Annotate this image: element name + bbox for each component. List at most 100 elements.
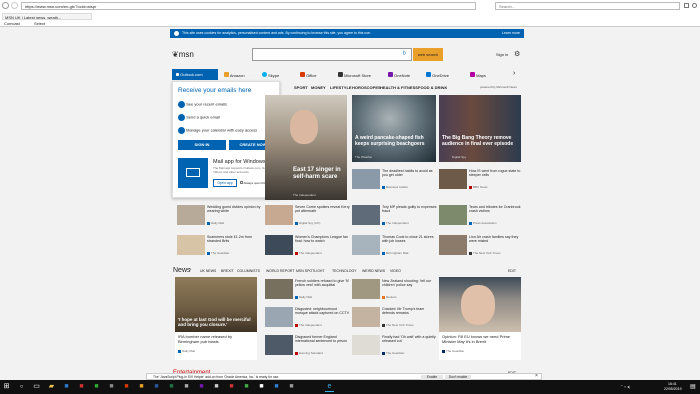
app-label: Amazon (229, 73, 245, 78)
news-item[interactable]: Seven Corrie spoilers reveal Kerry pet a… (265, 204, 350, 228)
news-feature-tile[interactable]: Opinion: Fill EU knows we need Prime Min… (439, 277, 521, 360)
action-center-icon[interactable]: ▤ (690, 383, 696, 390)
app-store[interactable]: Microsoft Store (338, 72, 371, 78)
taskbar-app-icon[interactable]: ■ (197, 382, 206, 392)
news-item[interactable]: Finally bad 'Oh wait' with a quietly rel… (352, 334, 437, 358)
msn-logo[interactable]: ❦msn (172, 50, 194, 59)
taskbar-app-icon[interactable]: ■ (92, 382, 101, 392)
news-item[interactable]: Scammers stole £1.2m from stranded Brits… (177, 234, 262, 258)
forward-button[interactable] (11, 2, 18, 9)
news-item[interactable]: Thomas Cook to close 21 stores with job … (352, 234, 437, 258)
dont-enable-button[interactable]: Don't enable (445, 374, 471, 380)
apps-next-arrow[interactable]: › (513, 70, 515, 77)
favorite-link[interactable]: Comcast (4, 21, 20, 26)
taskbar-app-icon[interactable]: ■ (287, 382, 296, 392)
news-tab[interactable]: MSN SPOTLIGHT (296, 269, 325, 274)
news-item[interactable]: Tears and tributes for Cranbrook crash v… (439, 204, 524, 228)
news-item[interactable]: New Zealand shooting: 'tell our children… (352, 278, 437, 302)
news-item[interactable]: French soldiers refused to give 'N' yell… (265, 278, 350, 302)
settings-icon[interactable] (692, 3, 697, 8)
news-item[interactable]: Lion Air crash families say they were mi… (439, 234, 524, 258)
taskbar-app-icon[interactable]: ■ (152, 382, 161, 392)
system-tray[interactable]: ⌃ ▪ ◂) (620, 384, 660, 390)
news-item[interactable]: Disgraced former England international s… (265, 334, 350, 358)
file-explorer-icon[interactable]: ▰ (47, 382, 56, 392)
task-view-icon[interactable]: ▭ (32, 382, 41, 392)
search-input[interactable] (252, 48, 412, 61)
news-item[interactable]: Disgusted: neighbourhood mosque attack c… (265, 306, 350, 330)
gear-icon[interactable]: ⚙ (514, 50, 520, 58)
app-onenote[interactable]: OneNote (388, 72, 410, 78)
hero-tile[interactable]: The Big Bang Theory remove audience in f… (439, 95, 521, 162)
news-item[interactable]: Cracked: Mr Trump's team defends remarks… (352, 306, 437, 330)
signin-link[interactable]: Sign in (496, 52, 508, 57)
news-tab[interactable]: WEIRD NEWS (362, 269, 385, 274)
news-item[interactable]: Wedding guest divides opinion by wearing… (177, 204, 262, 228)
cookie-infobar: This site uses cookies for analytics, pe… (170, 29, 524, 38)
news-tab[interactable]: BREXIT (221, 269, 234, 274)
taskbar-app-icon[interactable]: ■ (212, 382, 221, 392)
web-search-button[interactable]: web search (413, 48, 443, 61)
news-tab[interactable]: UK NEWS (200, 269, 216, 274)
taskbar-app-icon[interactable]: ■ (107, 382, 116, 392)
windows-start-icon[interactable]: ⊞ (2, 382, 11, 392)
news-source: The Independent (295, 251, 322, 255)
taskbar-time[interactable]: 16:41 (668, 382, 677, 386)
nav-horoscopes[interactable]: HOROSCOPES (352, 85, 381, 90)
open-app-button[interactable]: Open app (213, 179, 237, 187)
news-item[interactable]: How IS went from rogue state to sleeper … (439, 168, 524, 192)
favorite-link[interactable]: Select (34, 21, 45, 26)
signin-button[interactable]: SIGN IN (178, 140, 226, 150)
app-skype[interactable]: Skype (262, 72, 279, 78)
news-section-title[interactable]: News (173, 267, 191, 274)
learn-more-link[interactable]: Learn more (502, 31, 520, 36)
back-button[interactable] (2, 2, 9, 9)
app-amazon[interactable]: Amazon (224, 72, 245, 78)
taskbar-app-icon[interactable]: ■ (62, 382, 71, 392)
taskbar-app-icon[interactable]: ■ (182, 382, 191, 392)
taskbar-app-icon[interactable]: ■ (227, 382, 236, 392)
news-thumb (352, 205, 380, 225)
news-feature-tile[interactable]: 'I hope at last God will be merciful and… (175, 277, 257, 360)
app-label: Maps (476, 73, 486, 78)
news-tab[interactable]: COLUMNISTS (237, 269, 260, 274)
news-tab[interactable]: VIDEO (390, 269, 401, 274)
news-title: Disgusted: neighbourhood mosque attack c… (295, 307, 350, 316)
news-item[interactable]: Women's Champions League fan final: how … (265, 234, 350, 258)
app-office[interactable]: Office (300, 72, 317, 78)
home-icon[interactable] (684, 3, 689, 8)
news-tab[interactable]: WORLD REPORT (266, 269, 295, 274)
nav-health[interactable]: HEALTH & FITNESS (380, 85, 418, 90)
news-title: New Zealand shooting: 'tell our children… (382, 279, 432, 288)
taskbar-app-icon[interactable]: ■ (242, 382, 251, 392)
taskbar-app-icon[interactable]: ■ (257, 382, 266, 392)
hero-tile[interactable]: A weird pancake-shaped fish keeps surpri… (352, 95, 436, 162)
taskbar-app-icon[interactable]: ■ (167, 382, 176, 392)
search-icon[interactable]: ○ (17, 382, 26, 392)
news-item[interactable]: Tory MP pleads guilty to expenses fraud … (352, 204, 437, 228)
nav-money[interactable]: MONEY (311, 85, 326, 90)
app-outlook[interactable]: Outlook.com (172, 69, 218, 80)
ie-icon[interactable]: e (325, 382, 334, 392)
nav-lifestyle[interactable]: LIFESTYLE (330, 85, 352, 90)
news-item[interactable]: The deadliest habits to avoid as you get… (352, 168, 437, 192)
address-bar[interactable]: https://www.msn.com/en-gb/?ocid=wispr (21, 2, 476, 10)
hero-tile[interactable]: East 17 singer in self-harm scare The In… (265, 95, 347, 200)
browser-search-input[interactable]: Search... (495, 2, 680, 10)
taskbar-app-icon[interactable]: ■ (137, 382, 146, 392)
news-source: Press Association (469, 221, 497, 225)
taskbar-app-icon[interactable]: ■ (122, 382, 131, 392)
taskbar-app-icon[interactable]: ■ (77, 382, 86, 392)
taskbar-date[interactable]: 22/05/2019 (664, 387, 682, 391)
app-maps[interactable]: Maps (470, 72, 486, 78)
news-edit-button[interactable]: EDIT (508, 269, 516, 274)
nav-food[interactable]: FOOD & DRINK (418, 85, 447, 90)
enable-button[interactable]: Enable (421, 374, 443, 380)
browser-tab[interactable]: MSN UK | Latest news, weath... (2, 13, 92, 20)
news-tab[interactable]: TECHNOLOGY (332, 269, 357, 274)
app-onedrive[interactable]: OneDrive (426, 72, 449, 78)
taskbar-app-icon[interactable]: ■ (272, 382, 281, 392)
always-open-checkbox[interactable]: Always open this (240, 181, 266, 186)
close-icon[interactable]: × (535, 373, 538, 379)
nav-sport[interactable]: SPORT (294, 85, 308, 90)
